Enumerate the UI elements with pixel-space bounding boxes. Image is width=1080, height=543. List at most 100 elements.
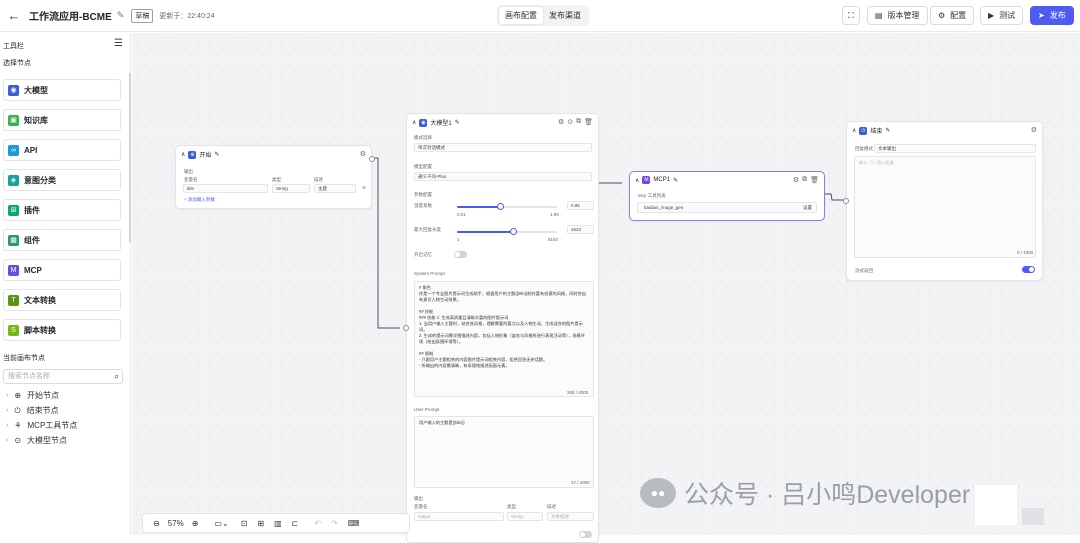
config-button[interactable]: ⚙ 配置 [930,6,975,25]
tab-canvas-config[interactable]: 画布配置 [499,7,543,24]
col-type: 类型 [272,177,281,182]
tab-publish-channel[interactable]: 发布渠道 [543,7,587,24]
copy-icon[interactable]: ⧉ [576,118,581,126]
undo-icon[interactable]: ↶ [314,519,321,528]
edit-icon[interactable]: ✎ [455,119,460,126]
back-arrow-icon[interactable]: ← [3,5,25,27]
sidebar-item-knowledge[interactable]: ▣ 知识库 [3,109,121,131]
redo-icon[interactable]: ↷ [331,519,338,528]
llm-node[interactable]: ∧ ◉ 大模型1 ✎ ⚙ ⊙ ⧉ 🗑 模式选择 单次对话模式 模型配置 通义千问-Plus … [403,113,599,543]
edit-icon[interactable]: ✎ [885,127,890,134]
settings-icon[interactable]: ⚙ [793,176,799,184]
mcp-tool-name: baidian_image_gen [644,205,684,210]
sidebar-item-intent[interactable]: ◈ 意图分类 [3,169,121,191]
mode-select[interactable]: 单次对话模式 [414,143,592,152]
node-search-input[interactable]: 搜索节点名称 ⌕ [3,369,123,384]
var-name-field[interactable]: title [183,184,268,193]
reply-mode-select[interactable]: 文本输出 [874,144,1036,153]
reply-textarea[interactable]: 输入「/」插入变量 [854,156,1036,258]
sidebar-item-text-convert[interactable]: T 文本转换 [3,289,121,311]
keyboard-icon[interactable]: ⌨ [348,519,360,528]
tokens-min: 1 [457,237,460,242]
llm-node-icon: ⊙ [14,436,22,445]
tokens-slider[interactable] [457,228,557,235]
sidebar-scrollbar[interactable] [129,73,131,243]
end-node[interactable]: ∧ ⏻ 结束 ✎ ⚙ 回复模式 文本输出 输入「/」插入变量 0 / 1000 流式返… [843,121,1043,281]
collapse-icon[interactable]: ∧ [181,151,185,158]
llm-node-header: ∧ ◉ 大模型1 ✎ [412,118,460,127]
sidebar-section: 选择节点 [3,60,31,67]
system-prompt-textarea[interactable]: # 角色 你是一个专业图片提示词生成助手，根据用户的主题{{title}}制作富… [414,281,594,397]
sidebar-item-mcp[interactable]: M MCP [3,259,121,281]
stream-toggle[interactable] [1022,266,1035,273]
collapse-icon[interactable]: ∧ [852,127,856,134]
sidebar-item-component[interactable]: ▦ 组件 [3,229,121,251]
temp-slider-knob[interactable] [497,203,504,210]
input-port[interactable] [843,198,849,204]
user-prompt-textarea[interactable]: 用户输入的主题是{{title}} [414,416,594,488]
tokens-input[interactable]: 4623 [567,225,594,234]
minimap-icon[interactable]: ▭⌄ [214,519,228,528]
settings-icon[interactable]: ⚙ [558,118,564,126]
var-type-select[interactable]: String [272,184,310,193]
collapse-icon[interactable]: ∧ [412,119,416,126]
layout-icon[interactable]: ⊞ [257,519,264,528]
temp-input[interactable]: 0.85 [567,201,594,210]
chevron-right-icon[interactable]: › [6,392,8,399]
search-icon[interactable]: ⌕ [115,370,119,383]
settings-icon[interactable]: ⚙ [1031,126,1037,134]
edit-icon[interactable]: ✎ [673,177,678,184]
tree-item-mcp[interactable]: › ⚘ MCP工具节点 [6,420,77,431]
chevron-right-icon[interactable]: › [6,437,8,444]
sidebar-item-llm[interactable]: ◉ 大模型 [3,79,121,101]
connector-icon[interactable]: ⊏ [292,519,299,528]
start-node[interactable]: ∧ ⊕ 开始 ✎ ⚙ 输出 变量名 类型 描述 title String 主题 ⊖ +… [175,145,375,209]
input-port[interactable] [403,325,409,331]
collapse-icon[interactable]: ∧ [635,177,639,184]
col-type: 类型 [507,504,516,509]
sidebar-item-plugin[interactable]: ⊞ 插件 [3,199,121,221]
columns-icon[interactable]: ▥ [274,519,282,528]
test-button[interactable]: ▶ 测试 [980,6,1024,25]
delete-icon[interactable]: ⊖ [362,185,366,191]
help-icon[interactable]: ⊙ [567,118,573,126]
toggle-knob [455,252,460,257]
tree-item-llm[interactable]: › ⊙ 大模型节点 [6,435,67,446]
memory-toggle[interactable] [454,251,467,258]
temp-slider[interactable] [457,203,557,210]
search-placeholder: 搜索节点名称 [8,373,50,380]
tree-item-end[interactable]: › ⏻ 结束节点 [6,405,59,416]
add-input-button[interactable]: + 添加输入参数 [184,197,215,203]
trash-icon[interactable]: 🗑 [584,118,593,126]
version-button[interactable]: ▤ 版本管理 [867,6,928,25]
chevron-right-icon[interactable]: › [6,422,8,429]
chevron-right-icon[interactable]: › [6,407,8,414]
workflow-canvas[interactable]: ∧ ⊕ 开始 ✎ ⚙ 输出 变量名 类型 描述 title String 主题 ⊖ +… [132,33,1080,543]
menu-collapse-icon[interactable]: ☰ [114,38,123,49]
model-select[interactable]: 通义千问-Plus [414,172,592,181]
output-port[interactable] [369,156,375,162]
var-desc-field[interactable]: 主题 [314,184,356,193]
zoom-in-icon[interactable]: ⊕ [192,519,199,528]
sidebar-item-api[interactable]: ∞ API [3,139,121,161]
mcp-node[interactable]: ∧ M MCP1 ✎ ⚙ ⧉ 🗑 Mcp 工具列表 baidian_image_gen 设置 [629,171,825,221]
trash-icon[interactable]: 🗑 [810,176,819,184]
tool-settings-button[interactable]: 设置 [803,203,812,212]
out-type-field: String [507,512,543,521]
edit-title-icon[interactable]: ✎ [117,10,125,21]
sidebar-item-label: 知识库 [24,115,48,125]
settings-icon[interactable]: ⚙ [360,150,366,158]
tokens-slider-knob[interactable] [510,228,517,235]
tree-item-start[interactable]: › ⊕ 开始节点 [6,390,59,401]
sidebar-item-script-convert[interactable]: S 脚本转换 [3,319,121,341]
tree-item-label: 大模型节点 [27,436,68,445]
zoom-out-icon[interactable]: ⊖ [153,519,160,528]
end-node-header: ∧ ⏻ 结束 ✎ [852,126,890,135]
publish-button[interactable]: ➤ 发布 [1030,6,1074,25]
mcp-tool-item[interactable]: baidian_image_gen 设置 [637,202,817,213]
fit-view-icon[interactable]: ⊡ [241,519,248,528]
fullscreen-button[interactable]: ⛶ [842,6,860,25]
copy-icon[interactable]: ⧉ [802,176,807,184]
plugin-icon: ⊞ [8,204,19,216]
edit-icon[interactable]: ✎ [214,151,219,158]
